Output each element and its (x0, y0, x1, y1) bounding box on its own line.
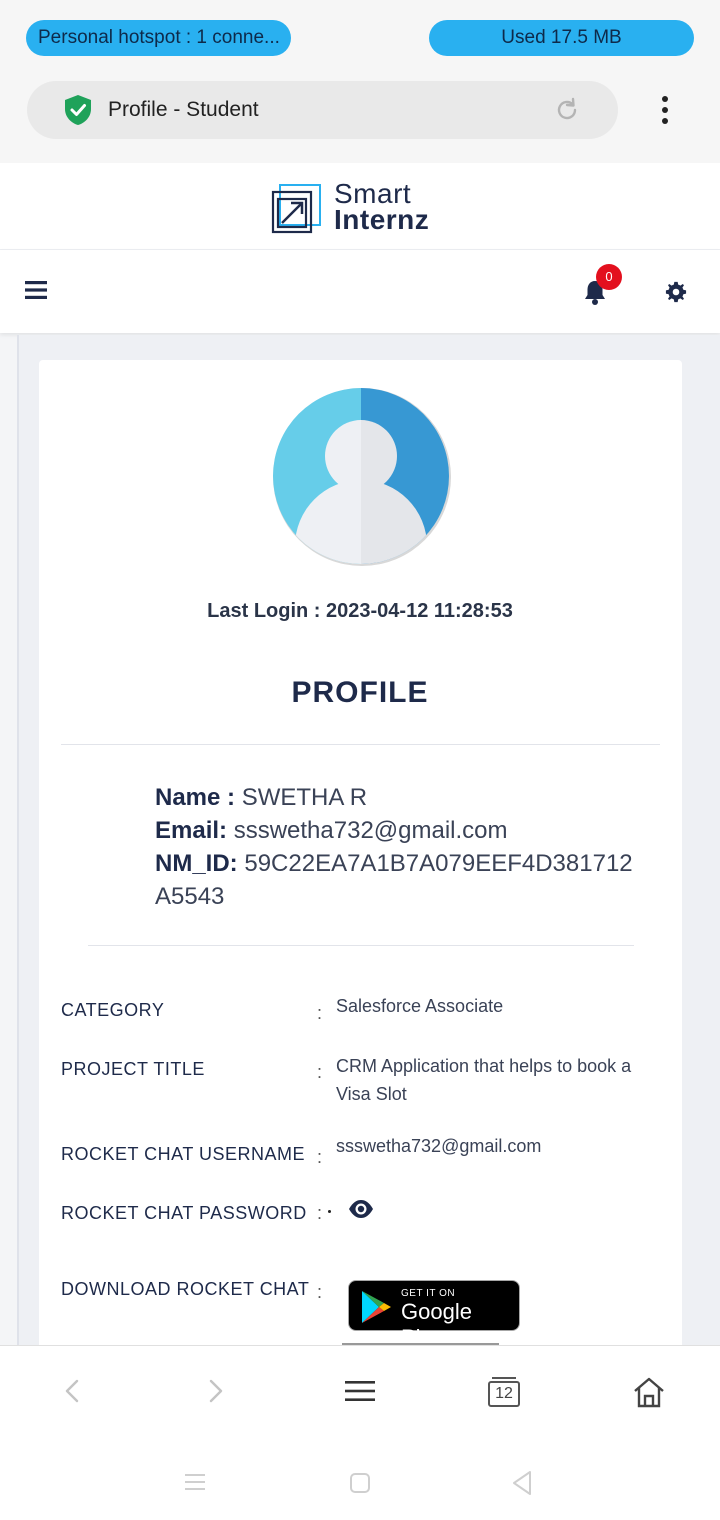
avatar (273, 388, 451, 566)
secure-shield-icon (65, 95, 91, 125)
back-arrow-icon[interactable] (62, 1376, 82, 1406)
more-options-icon[interactable] (652, 94, 678, 126)
email-label: Email: (155, 817, 228, 844)
divider (61, 744, 660, 745)
name-line: Name : SWETHA R (155, 781, 645, 814)
show-password-eye-icon[interactable] (348, 1199, 374, 1219)
browser-bottom-bar: 12 (0, 1345, 720, 1446)
site-nav-bar: 0 (0, 250, 720, 333)
category-value: Salesforce Associate (336, 996, 504, 1016)
logo-line2: Internz (334, 204, 430, 235)
project-title-label: PROJECT TITLE (61, 1059, 205, 1079)
browser-chrome: Personal hotspot : 1 conne... Used 17.5 … (0, 0, 720, 163)
name-label: Name : (155, 784, 236, 811)
reload-icon[interactable] (553, 96, 581, 124)
project-title-value: CRM Application that helps to book a Vis… (336, 1056, 632, 1104)
home-nav-icon[interactable] (349, 1472, 371, 1494)
google-play-small-text: GET IT ON (401, 1288, 456, 1299)
data-usage-pill[interactable]: Used 17.5 MB (429, 20, 694, 56)
smartinternz-logo-icon[interactable] (270, 183, 322, 235)
notification-count-badge: 0 (596, 264, 622, 290)
profile-heading: PROFILE (291, 676, 429, 709)
category-label: CATEGORY (61, 1000, 165, 1020)
system-navigation-bar (0, 1445, 720, 1520)
colon: : (317, 1282, 323, 1302)
recent-apps-icon[interactable] (184, 1472, 206, 1492)
site-logo-text[interactable]: Smart Internz (334, 180, 430, 235)
back-nav-icon[interactable] (511, 1470, 533, 1496)
download-rocket-chat-label: DOWNLOAD ROCKET CHAT (61, 1279, 310, 1299)
tabs-button[interactable]: 12 (487, 1376, 521, 1408)
google-play-logo-icon (362, 1291, 391, 1323)
colon: : (317, 1147, 323, 1167)
hotspot-status-pill[interactable]: Personal hotspot : 1 conne... (26, 20, 291, 56)
home-icon[interactable] (632, 1376, 666, 1408)
email-value: ssswetha732@gmail.com (233, 817, 508, 844)
email-line: Email: ssswetha732@gmail.com (155, 814, 645, 847)
nmid-label: NM_ID: (155, 850, 238, 877)
colon: : (317, 1003, 323, 1023)
menu-icon[interactable] (25, 280, 47, 300)
tabs-count: 12 (495, 1385, 513, 1402)
colon: : (317, 1062, 323, 1082)
site-logo-bar: Smart Internz (0, 163, 720, 250)
password-mask (328, 1210, 331, 1213)
rocket-chat-username-label: ROCKET CHAT USERNAME (61, 1144, 306, 1164)
name-value: SWETHA R (241, 784, 368, 811)
settings-gear-icon[interactable] (665, 281, 687, 303)
nmid-line: NM_ID: 59C22EA7A1B7A079EEF4D381712A5543 (155, 847, 645, 913)
divider (88, 945, 634, 946)
profile-info: Name : SWETHA R Email: ssswetha732@gmail… (155, 781, 645, 913)
forward-arrow-icon[interactable] (206, 1376, 226, 1406)
address-bar[interactable]: Profile - Student (27, 81, 618, 139)
rocket-chat-username-value: ssswetha732@gmail.com (336, 1136, 542, 1156)
browser-menu-icon[interactable] (344, 1376, 376, 1406)
colon: : (317, 1203, 323, 1223)
page-title: Profile - Student (108, 98, 259, 121)
last-login-text: Last Login : 2023-04-12 11:28:53 (207, 600, 513, 622)
rocket-chat-password-label: ROCKET CHAT PASSWORD (61, 1203, 307, 1223)
google-play-badge-button[interactable]: GET IT ON Google Play (348, 1280, 520, 1350)
